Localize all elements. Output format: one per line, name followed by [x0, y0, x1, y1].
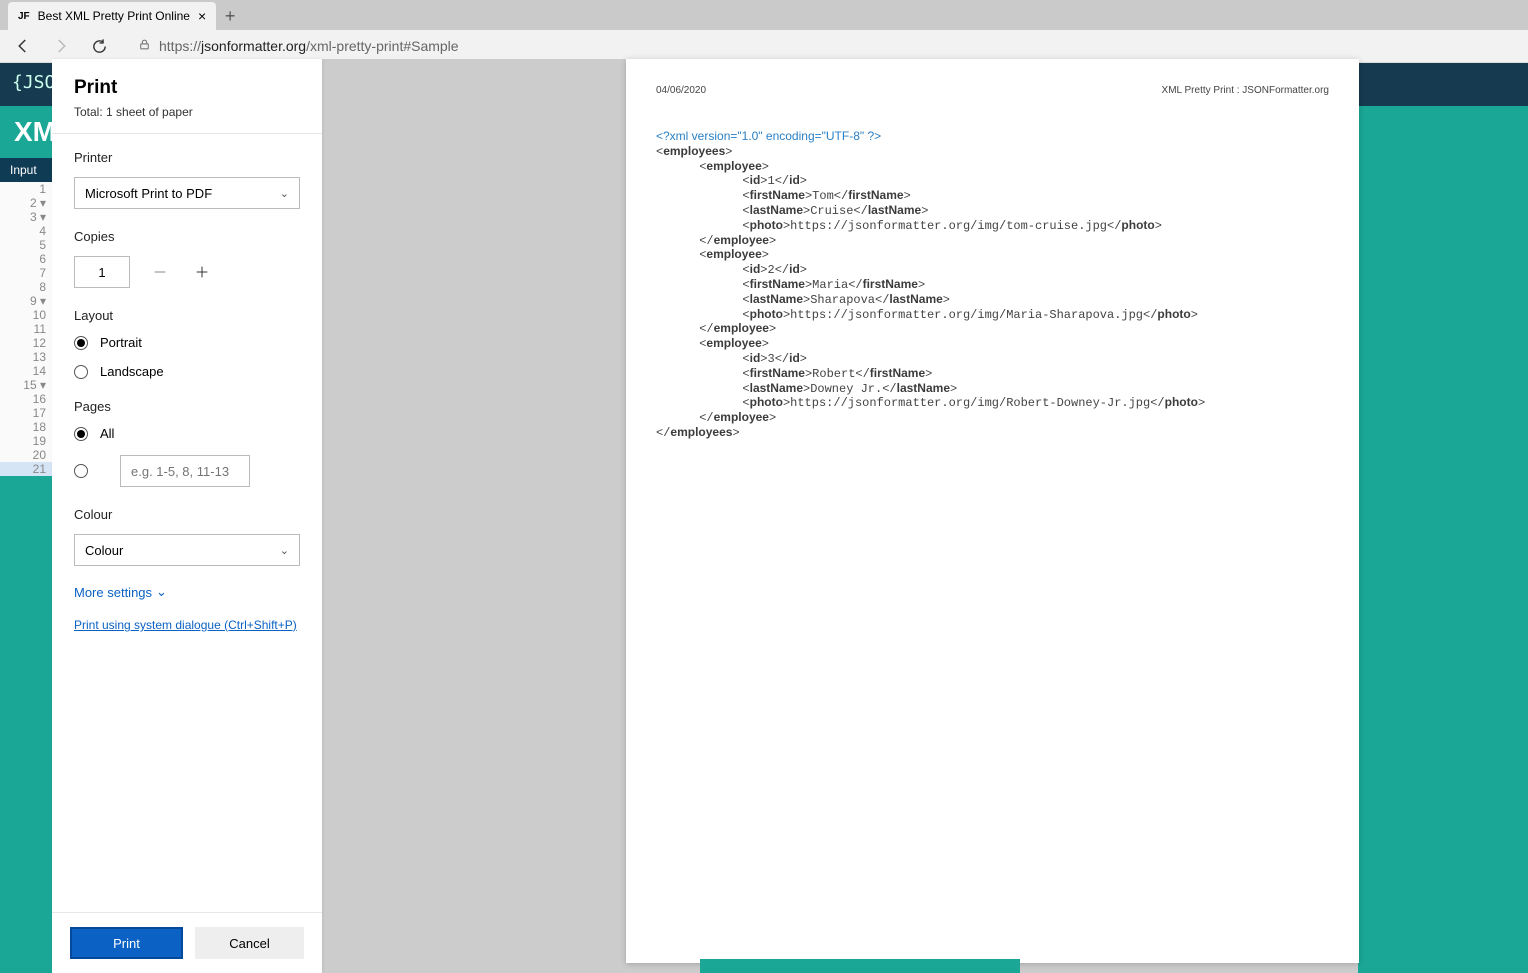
line-number: 4 [0, 224, 52, 238]
close-tab-icon[interactable]: × [198, 8, 206, 24]
line-number: 10 [0, 308, 52, 322]
forward-icon[interactable] [50, 35, 72, 57]
divider [52, 133, 322, 134]
print-preview: 04/06/2020 XML Pretty Print : JSONFormat… [626, 59, 1359, 963]
decrement-button[interactable] [148, 260, 172, 284]
line-number: 12 [0, 336, 52, 350]
url-text: https://jsonformatter.org/xml-pretty-pri… [159, 38, 459, 54]
line-number: 20 [0, 448, 52, 462]
preview-date: 04/06/2020 [656, 85, 706, 96]
line-number: 21 [0, 462, 52, 476]
portrait-label: Portrait [100, 335, 142, 350]
print-panel: Print Total: 1 sheet of paper Printer Mi… [52, 59, 322, 973]
line-number: 17 [0, 406, 52, 420]
landscape-label: Landscape [100, 364, 164, 379]
radio-icon [74, 427, 88, 441]
printer-value: Microsoft Print to PDF [85, 186, 212, 201]
tab-favicon: JF [18, 11, 30, 22]
line-number: 11 [0, 322, 52, 336]
line-number: 8 [0, 280, 52, 294]
tab-title: Best XML Pretty Print Online [38, 9, 190, 23]
preview-title: XML Pretty Print : JSONFormatter.org [1162, 85, 1329, 96]
line-number: 2 ▾ [0, 196, 52, 210]
copies-label: Copies [74, 229, 300, 244]
system-dialog-link[interactable]: Print using system dialogue (Ctrl+Shift+… [74, 618, 300, 632]
colour-value: Colour [85, 543, 123, 558]
line-number: 1 [0, 182, 52, 196]
lock-icon [138, 38, 151, 54]
more-settings-link[interactable]: More settings ⌄ [74, 584, 300, 600]
pages-all-label: All [100, 426, 114, 441]
bottom-decoration [700, 959, 1020, 973]
line-number: 16 [0, 392, 52, 406]
line-number: 14 [0, 364, 52, 378]
cancel-button[interactable]: Cancel [195, 927, 304, 959]
portrait-option[interactable]: Portrait [74, 335, 300, 350]
line-number: 13 [0, 350, 52, 364]
line-gutter: 12 ▾3 ▾456789 ▾101112131415 ▾16171819202… [0, 182, 52, 476]
new-tab-button[interactable]: + [216, 2, 244, 30]
colour-select[interactable]: Colour ⌄ [74, 534, 300, 566]
line-number: 3 ▾ [0, 210, 52, 224]
pages-range-option[interactable] [74, 455, 300, 487]
colour-label: Colour [74, 507, 300, 522]
back-icon[interactable] [12, 35, 34, 57]
print-button[interactable]: Print [70, 927, 183, 959]
line-number: 18 [0, 420, 52, 434]
increment-button[interactable] [190, 260, 214, 284]
radio-icon [74, 336, 88, 350]
chevron-down-icon: ⌄ [280, 187, 289, 200]
preview-content: <?xml version="1.0" encoding="UTF-8" ?> … [656, 130, 1329, 441]
printer-select[interactable]: Microsoft Print to PDF ⌄ [74, 177, 300, 209]
tab-bar: JF Best XML Pretty Print Online × + [0, 0, 1528, 30]
line-number: 19 [0, 434, 52, 448]
layout-label: Layout [74, 308, 300, 323]
reload-icon[interactable] [88, 35, 110, 57]
radio-icon [74, 464, 88, 478]
print-total: Total: 1 sheet of paper [74, 105, 300, 119]
landscape-option[interactable]: Landscape [74, 364, 300, 379]
copies-input[interactable] [74, 256, 130, 288]
print-dialog-title: Print [74, 77, 300, 99]
pages-label: Pages [74, 399, 300, 414]
radio-icon [74, 365, 88, 379]
browser-tab[interactable]: JF Best XML Pretty Print Online × [8, 2, 216, 30]
chevron-down-icon: ⌄ [156, 584, 167, 600]
chevron-down-icon: ⌄ [280, 544, 289, 557]
line-number: 15 ▾ [0, 378, 52, 392]
printer-label: Printer [74, 150, 300, 165]
input-tab-label: Input [0, 158, 52, 182]
pages-all-option[interactable]: All [74, 426, 300, 441]
line-number: 5 [0, 238, 52, 252]
url-field[interactable]: https://jsonformatter.org/xml-pretty-pri… [126, 38, 1516, 54]
pages-range-input[interactable] [120, 455, 250, 487]
line-number: 9 ▾ [0, 294, 52, 308]
line-number: 6 [0, 252, 52, 266]
line-number: 7 [0, 266, 52, 280]
